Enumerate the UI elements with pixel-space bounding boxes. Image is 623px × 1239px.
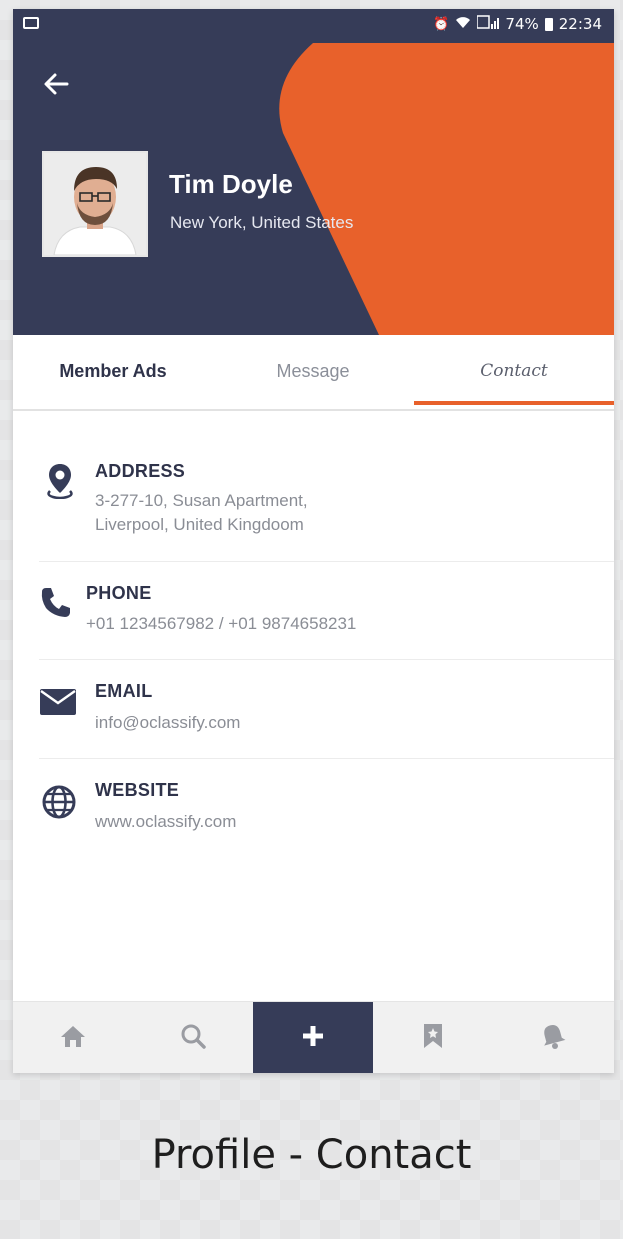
tab-member-ads[interactable]: Member Ads [13,335,213,407]
website-label: WEBSITE [95,780,180,800]
clock-time: 22:34 [558,15,602,33]
nav-search[interactable] [133,1002,253,1073]
profile-tabs: Member Ads Message Contact [13,335,614,411]
wifi-icon [455,16,471,33]
nav-saved[interactable] [373,1002,493,1073]
active-tab-indicator [414,401,614,405]
email-label: EMAIL [95,681,153,701]
phone-screen: ⏰ 74% 22:34 Tim Doyle New York, United S… [13,9,614,1073]
tab-message[interactable]: Message [213,335,413,407]
gallery-notification-icon [23,17,39,29]
contact-row-address: ADDRESS 3-277-10, Susan Apartment, Liver… [39,411,614,562]
signal-icon [476,15,500,33]
screen-caption: Profile - Contact [151,1132,472,1178]
address-label: ADDRESS [95,461,186,481]
nav-add-post[interactable] [253,1002,373,1073]
contact-row-website[interactable]: WEBSITE www.oclassify.com [39,758,614,857]
tab-contact[interactable]: Contact [414,335,614,407]
nav-home[interactable] [13,1002,133,1073]
profile-name: Tim Doyle [169,169,293,199]
search-icon [179,1022,207,1054]
profile-location: New York, United States [170,213,354,232]
contact-row-phone[interactable]: PHONE +01 1234567982 / +01 9874658231 [39,561,614,660]
nav-notifications[interactable] [493,1002,613,1073]
avatar[interactable] [42,151,148,257]
plus-icon [301,1024,325,1052]
contact-row-email[interactable]: EMAIL info@oclassify.com [39,659,614,759]
profile-header: Tim Doyle New York, United States [13,43,614,335]
website-value[interactable]: www.oclassify.com [95,810,236,834]
email-value[interactable]: info@oclassify.com [95,711,240,735]
battery-icon [544,17,553,31]
location-pin-icon [45,461,75,503]
bottom-navigation [13,1001,614,1073]
battery-percent: 74% [505,15,539,33]
alarm-icon: ⏰ [433,16,450,32]
phone-label: PHONE [86,583,152,603]
back-arrow-icon[interactable] [41,69,71,99]
address-line-2: Liverpool, United Kingdoom [95,515,304,534]
globe-icon [41,784,77,824]
phone-value[interactable]: +01 1234567982 / +01 9874658231 [86,612,356,636]
phone-icon [39,585,73,623]
notification-bell-icon [540,1022,566,1054]
home-icon [59,1024,87,1052]
address-line-1: 3-277-10, Susan Apartment, [95,491,308,510]
bookmark-icon [422,1022,444,1054]
mail-icon [39,687,77,721]
status-bar: ⏰ 74% 22:34 [13,9,614,43]
